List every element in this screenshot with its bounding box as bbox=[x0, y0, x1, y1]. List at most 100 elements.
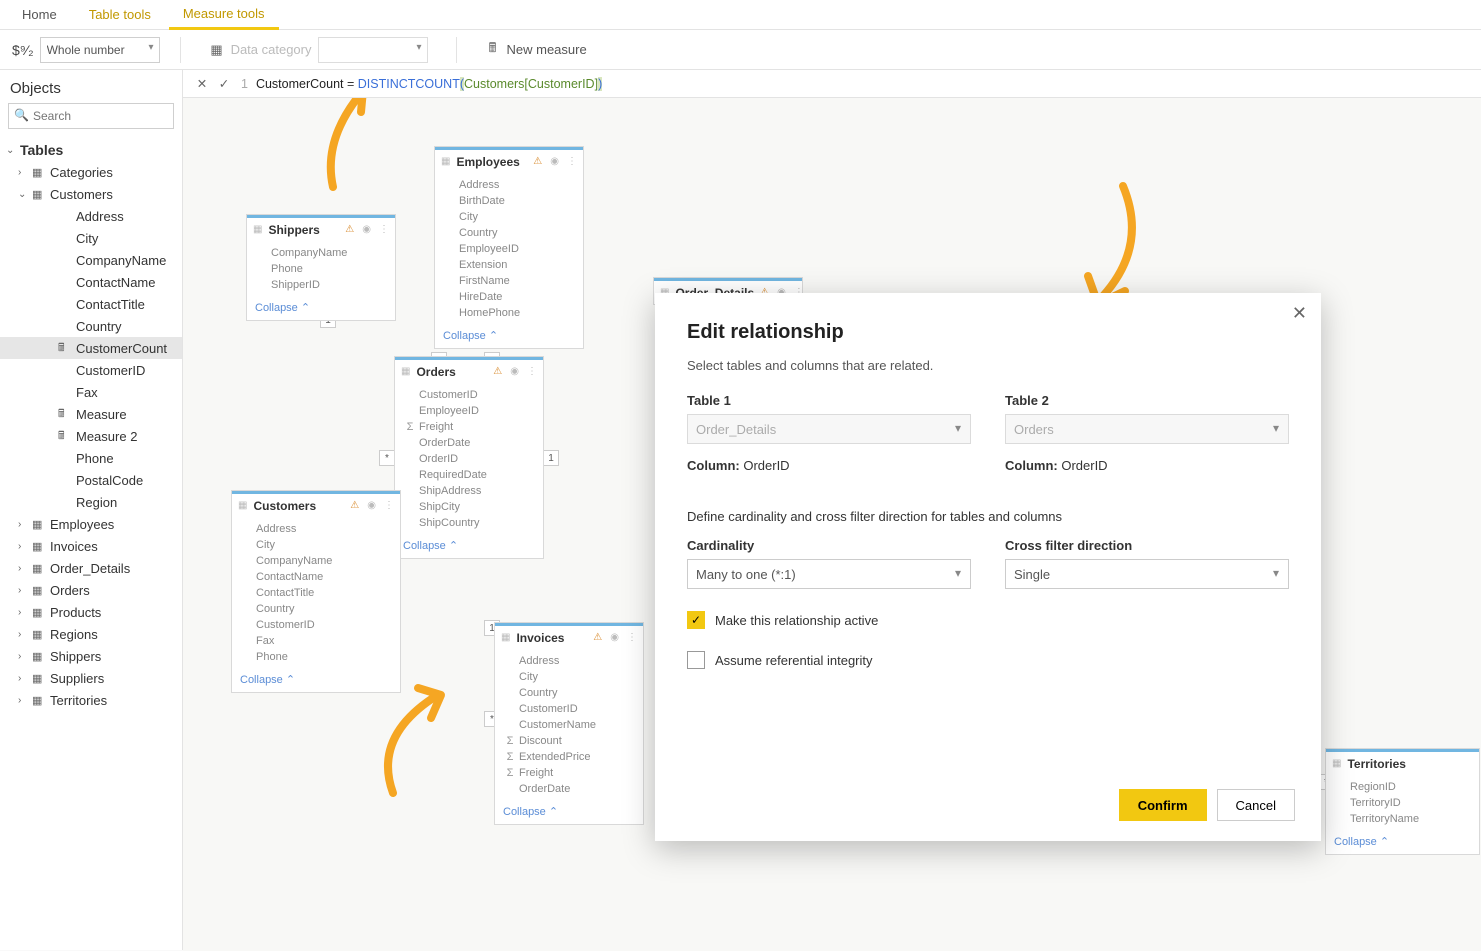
tree-row[interactable]: ›▦Invoices bbox=[0, 535, 182, 557]
more-icon[interactable]: ⋮ bbox=[565, 156, 579, 167]
formula-cancel-button[interactable]: ✕ bbox=[191, 73, 213, 95]
card-field[interactable]: CompanyName bbox=[247, 245, 395, 261]
collapse-link[interactable]: Collapse ⌃ bbox=[1326, 831, 1479, 854]
checkbox-referential-box[interactable] bbox=[687, 651, 705, 669]
card-field[interactable]: OrderID bbox=[395, 451, 543, 467]
card-field[interactable]: CustomerID bbox=[395, 387, 543, 403]
collapse-link[interactable]: Collapse ⌃ bbox=[395, 535, 543, 558]
more-icon[interactable]: ⋮ bbox=[525, 366, 539, 377]
tree-row[interactable]: CompanyName bbox=[0, 249, 182, 271]
table-card-employees[interactable]: ▦Employees⚠◉⋮ AddressBirthDateCityCountr… bbox=[434, 146, 584, 349]
format-select[interactable]: Whole number bbox=[40, 37, 160, 63]
tree-row[interactable]: ⌄Tables bbox=[0, 139, 182, 161]
card-field[interactable]: ΣDiscount bbox=[495, 733, 643, 749]
collapse-link[interactable]: Collapse ⌃ bbox=[247, 297, 395, 320]
cardinality-select[interactable]: Many to one (*:1) bbox=[687, 559, 971, 589]
table-card-orders[interactable]: ▦Orders⚠◉⋮ CustomerIDEmployeeIDΣFreightO… bbox=[394, 356, 544, 559]
checkbox-active-box[interactable]: ✓ bbox=[687, 611, 705, 629]
tree-row[interactable]: 🖩CustomerCount bbox=[0, 337, 182, 359]
card-field[interactable]: TerritoryID bbox=[1326, 795, 1479, 811]
card-field[interactable]: Country bbox=[435, 225, 583, 241]
checkbox-active[interactable]: ✓ Make this relationship active bbox=[687, 611, 1289, 629]
card-field[interactable]: Address bbox=[435, 177, 583, 193]
tab-home[interactable]: Home bbox=[8, 1, 71, 28]
card-field[interactable]: RegionID bbox=[1326, 779, 1479, 795]
card-field[interactable]: HomePhone bbox=[435, 305, 583, 321]
checkbox-referential[interactable]: Assume referential integrity bbox=[687, 651, 1289, 669]
card-field[interactable]: ShipperID bbox=[247, 277, 395, 293]
card-field[interactable]: BirthDate bbox=[435, 193, 583, 209]
tree-row[interactable]: Address bbox=[0, 205, 182, 227]
tab-table-tools[interactable]: Table tools bbox=[75, 1, 165, 28]
table-card-territories[interactable]: ▦Territories RegionIDTerritoryIDTerritor… bbox=[1325, 748, 1480, 855]
card-field[interactable]: ΣFreight bbox=[395, 419, 543, 435]
tree-row[interactable]: ›▦Shippers bbox=[0, 645, 182, 667]
visibility-icon[interactable]: ◉ bbox=[508, 366, 521, 377]
visibility-icon[interactable]: ◉ bbox=[360, 224, 373, 235]
card-field[interactable]: OrderDate bbox=[495, 781, 643, 797]
card-field[interactable]: CustomerID bbox=[495, 701, 643, 717]
card-field[interactable]: Country bbox=[495, 685, 643, 701]
tree-row[interactable]: ContactTitle bbox=[0, 293, 182, 315]
collapse-link[interactable]: Collapse ⌃ bbox=[435, 325, 583, 348]
collapse-link[interactable]: Collapse ⌃ bbox=[495, 801, 643, 824]
tree-row[interactable]: ›▦Products bbox=[0, 601, 182, 623]
card-field[interactable]: City bbox=[435, 209, 583, 225]
tree-row[interactable]: ›▦Orders bbox=[0, 579, 182, 601]
tree-row[interactable]: PostalCode bbox=[0, 469, 182, 491]
card-field[interactable]: FirstName bbox=[435, 273, 583, 289]
confirm-button[interactable]: Confirm bbox=[1119, 789, 1207, 821]
card-field[interactable]: CustomerID bbox=[232, 617, 400, 633]
more-icon[interactable]: ⋮ bbox=[377, 224, 391, 235]
visibility-icon[interactable]: ◉ bbox=[548, 156, 561, 167]
card-field[interactable]: Extension bbox=[435, 257, 583, 273]
card-field[interactable]: HireDate bbox=[435, 289, 583, 305]
card-field[interactable]: ΣExtendedPrice bbox=[495, 749, 643, 765]
card-field[interactable]: Fax bbox=[232, 633, 400, 649]
card-field[interactable]: CustomerName bbox=[495, 717, 643, 733]
formula-commit-button[interactable]: ✓ bbox=[213, 73, 235, 95]
tree-row[interactable]: Fax bbox=[0, 381, 182, 403]
tree-row[interactable]: ›▦Suppliers bbox=[0, 667, 182, 689]
card-field[interactable]: ContactName bbox=[232, 569, 400, 585]
tree-row[interactable]: ›▦Employees bbox=[0, 513, 182, 535]
tree-row[interactable]: ⌄▦Customers bbox=[0, 183, 182, 205]
card-field[interactable]: ΣFreight bbox=[495, 765, 643, 781]
card-field[interactable]: OrderDate bbox=[395, 435, 543, 451]
more-icon[interactable]: ⋮ bbox=[625, 632, 639, 643]
tree-row[interactable]: ContactName bbox=[0, 271, 182, 293]
tab-measure-tools[interactable]: Measure tools bbox=[169, 0, 279, 30]
tree-row[interactable]: Phone bbox=[0, 447, 182, 469]
collapse-link[interactable]: Collapse ⌃ bbox=[232, 669, 400, 692]
visibility-icon[interactable]: ◉ bbox=[608, 632, 621, 643]
table2-select[interactable]: Orders bbox=[1005, 414, 1289, 444]
table-card-customers[interactable]: ▦Customers⚠◉⋮ AddressCityCompanyNameCont… bbox=[231, 490, 401, 693]
new-measure-button[interactable]: 🖩 New measure bbox=[477, 38, 595, 62]
tree-row[interactable]: CustomerID bbox=[0, 359, 182, 381]
card-field[interactable]: CompanyName bbox=[232, 553, 400, 569]
tree-row[interactable]: 🖩Measure 2 bbox=[0, 425, 182, 447]
crossfilter-select[interactable]: Single bbox=[1005, 559, 1289, 589]
tree-row[interactable]: ›▦Territories bbox=[0, 689, 182, 711]
visibility-icon[interactable]: ◉ bbox=[365, 500, 378, 511]
tree-row[interactable]: ›▦Categories bbox=[0, 161, 182, 183]
card-field[interactable]: ShipCountry bbox=[395, 515, 543, 531]
card-field[interactable]: RequiredDate bbox=[395, 467, 543, 483]
cancel-button[interactable]: Cancel bbox=[1217, 789, 1295, 821]
card-field[interactable]: ContactTitle bbox=[232, 585, 400, 601]
tree-row[interactable]: ›▦Regions bbox=[0, 623, 182, 645]
more-icon[interactable]: ⋮ bbox=[382, 500, 396, 511]
card-field[interactable]: Address bbox=[232, 521, 400, 537]
tree-row[interactable]: Country bbox=[0, 315, 182, 337]
card-field[interactable]: City bbox=[232, 537, 400, 553]
card-field[interactable]: EmployeeID bbox=[395, 403, 543, 419]
card-field[interactable]: ShipAddress bbox=[395, 483, 543, 499]
tree-row[interactable]: ›▦Order_Details bbox=[0, 557, 182, 579]
table-card-shippers[interactable]: ▦Shippers⚠◉⋮ CompanyNamePhoneShipperID C… bbox=[246, 214, 396, 321]
card-field[interactable]: Phone bbox=[232, 649, 400, 665]
tree-row[interactable]: 🖩Measure bbox=[0, 403, 182, 425]
close-icon[interactable]: ✕ bbox=[1292, 303, 1307, 324]
table1-select[interactable]: Order_Details bbox=[687, 414, 971, 444]
formula-code[interactable]: CustomerCount = DISTINCTCOUNT(Customers[… bbox=[256, 77, 602, 91]
tree-row[interactable]: City bbox=[0, 227, 182, 249]
